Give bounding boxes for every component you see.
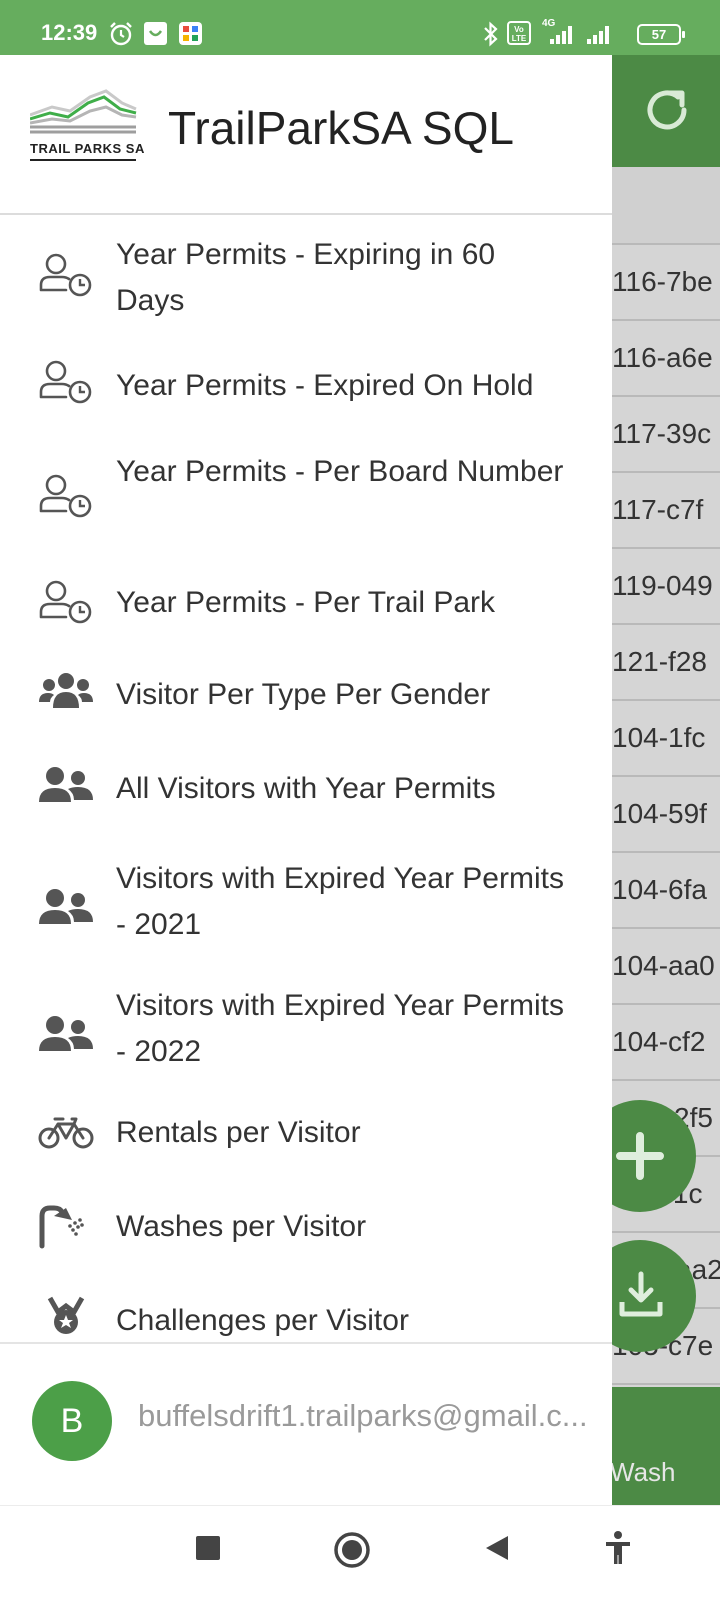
navigation-drawer: TRAIL PARKS SA TrailParkSA SQL Year Perm… (0, 55, 612, 1505)
signal-icon-2 (587, 26, 609, 44)
menu-item-visitor-per-type-per-gender[interactable]: Visitor Per Type Per Gender (0, 656, 612, 736)
drawer-menu-list: Year Permits - Expiring in 60 Days Year … (0, 216, 612, 1342)
users-group-icon (39, 673, 93, 708)
table-row[interactable]: 116-7be (612, 245, 720, 321)
user-friends-icon (39, 1016, 93, 1051)
home-circle-icon[interactable] (333, 1531, 371, 1569)
logo-text: TRAIL PARKS SA (30, 141, 145, 156)
menu-item-label: Year Permits - Per Trail Park (116, 586, 495, 619)
avatar: B (32, 1381, 112, 1461)
medal-icon (47, 1296, 85, 1334)
bluetooth-icon (484, 21, 498, 47)
table-row[interactable]: 121-f28 (612, 625, 720, 701)
menu-item-visitors-expired-2021[interactable]: Visitors with Expired Year Permits - 202… (0, 852, 612, 964)
app-title: TrailParkSA SQL (168, 102, 514, 154)
table-row[interactable]: 104-1fc (612, 701, 720, 777)
bottom-tab-wash[interactable]: Wash (612, 1457, 676, 1488)
table-row[interactable]: 116-a6e (612, 321, 720, 397)
menu-item-challenges-per-visitor[interactable]: Challenges per Visitor (0, 1282, 612, 1342)
account-section[interactable]: B buffelsdrift1.trailparks@gmail.c... (0, 1342, 612, 1505)
menu-item-year-permits-per-board-number[interactable]: Year Permits - Per Board Number (0, 443, 612, 555)
refresh-icon[interactable] (640, 83, 694, 137)
menu-item-label: Rentals per Visitor (116, 1116, 361, 1149)
menu-item-label: Year Permits - Expired On Hold (116, 369, 534, 402)
user-friends-icon (39, 767, 93, 802)
menu-item-visitors-expired-2022[interactable]: Visitors with Expired Year Permits - 202… (0, 979, 612, 1091)
drawer-header: TRAIL PARKS SA TrailParkSA SQL (0, 55, 612, 215)
table-row[interactable]: 117-c7f (612, 473, 720, 549)
background-table-header (612, 167, 720, 245)
plus-icon (616, 1132, 664, 1180)
download-icon (619, 1271, 663, 1317)
user-clock-icon (39, 474, 92, 518)
menu-item-label: Challenges per Visitor (116, 1304, 409, 1337)
background-table: 116-7be 116-a6e 117-39c 117-c7f 119-049 … (612, 245, 720, 1385)
back-triangle-icon[interactable] (482, 1533, 512, 1563)
table-row[interactable]: 117-39c (612, 397, 720, 473)
menu-item-label: Visitors with Expired Year Permits - 202… (116, 989, 564, 1068)
table-row[interactable]: 119-049 (612, 549, 720, 625)
user-friends-icon (39, 889, 93, 924)
mountain-logo-icon (30, 89, 137, 134)
user-clock-icon (39, 360, 92, 404)
menu-item-label: All Visitors with Year Permits (116, 772, 496, 805)
table-row[interactable]: 104-cf2 (612, 1005, 720, 1081)
table-row[interactable]: 104-59f (612, 777, 720, 853)
menu-item-all-visitors-with-year-permits[interactable]: All Visitors with Year Permits (0, 750, 612, 830)
menu-item-label: Visitors with Expired Year Permits - 202… (116, 862, 564, 941)
menu-item-year-permits-per-trail-park[interactable]: Year Permits - Per Trail Park (0, 563, 612, 643)
status-bar: 12:39 Vo LTE 4G 57 (0, 0, 720, 55)
accessibility-icon[interactable] (603, 1530, 633, 1566)
menu-item-label: Year Permits - Expiring in 60 Days (116, 238, 496, 317)
system-navigation-bar (0, 1505, 720, 1600)
user-clock-icon (39, 580, 92, 624)
menu-item-label: Visitor Per Type Per Gender (116, 678, 491, 711)
alarm-icon (110, 22, 132, 46)
background-toolbar (612, 55, 720, 167)
menu-item-label: Washes per Visitor (116, 1210, 367, 1243)
logo-underline (30, 159, 136, 161)
app-notification-icon-2 (179, 22, 202, 45)
battery-icon: 57 (637, 24, 685, 45)
trail-parks-logo: TRAIL PARKS SA (30, 89, 145, 169)
table-row[interactable]: 104-aa0 (612, 929, 720, 1005)
volte-label: Vo LTE (511, 25, 527, 43)
background-bottom-nav: Wash (612, 1387, 720, 1505)
menu-item-year-permits-expired-on-hold[interactable]: Year Permits - Expired On Hold (0, 343, 612, 423)
shower-icon (39, 1205, 84, 1249)
menu-item-rentals-per-visitor[interactable]: Rentals per Visitor (0, 1094, 612, 1174)
signal-icon (550, 26, 572, 44)
user-clock-icon (39, 253, 92, 297)
background-app: 116-7be 116-a6e 117-39c 117-c7f 119-049 … (612, 55, 720, 1505)
menu-item-year-permits-expiring[interactable]: Year Permits - Expiring in 60 Days (0, 226, 612, 338)
account-email: buffelsdrift1.trailparks@gmail.c... (138, 1398, 588, 1433)
menu-item-washes-per-visitor[interactable]: Washes per Visitor (0, 1188, 612, 1268)
status-time: 12:39 (41, 20, 98, 45)
bicycle-icon (38, 1117, 94, 1149)
recents-square-icon[interactable] (193, 1533, 223, 1563)
app-notification-icon (144, 22, 167, 45)
menu-item-label: Year Permits - Per Board Number (116, 455, 564, 488)
table-row[interactable]: 104-6fa (612, 853, 720, 929)
